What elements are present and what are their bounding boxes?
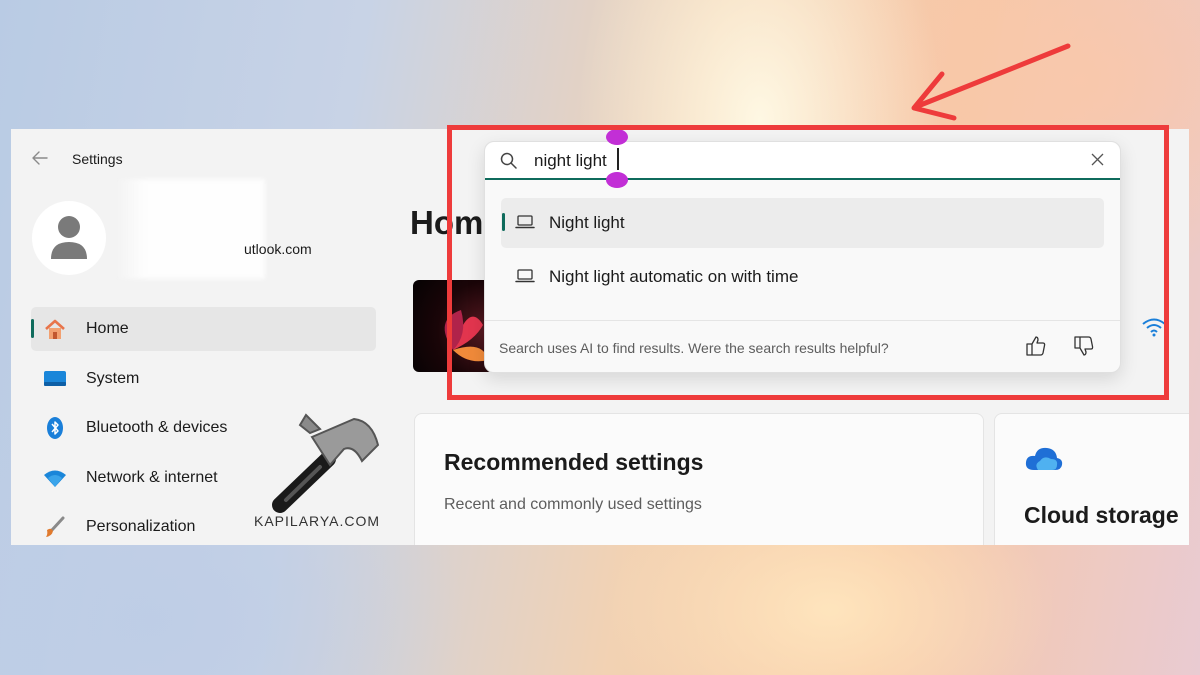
sidebar-item-label: Personalization — [86, 518, 196, 535]
sidebar-item-label: Home — [86, 320, 129, 337]
watermark-text: KAPILARYA.COM — [254, 513, 381, 529]
user-email: utlook.com — [244, 241, 312, 257]
user-silhouette-icon — [51, 216, 87, 259]
sidebar-item-label: Network & internet — [86, 469, 218, 486]
sidebar-item-label: Bluetooth & devices — [86, 419, 228, 436]
card-subtitle: Recent and commonly used settings — [444, 496, 702, 513]
recommended-settings-card[interactable]: Recommended settings Recent and commonly… — [414, 413, 984, 545]
sidebar-item-system[interactable]: System — [31, 357, 376, 401]
sidebar-item-home[interactable]: Home — [31, 307, 376, 351]
user-name-redacted — [115, 179, 265, 279]
network-icon — [44, 470, 66, 487]
sidebar-item-label: System — [86, 370, 140, 387]
back-arrow-icon[interactable] — [31, 149, 49, 167]
app-title: Settings — [72, 151, 123, 167]
personalization-icon — [46, 516, 65, 537]
cloud-storage-card[interactable]: Cloud storage — [994, 413, 1189, 545]
highlight-box — [447, 125, 1169, 400]
active-indicator — [31, 319, 34, 338]
annotation-arrow-icon — [911, 43, 1071, 121]
avatar[interactable] — [32, 201, 106, 275]
system-icon — [44, 371, 66, 386]
bluetooth-icon — [47, 417, 63, 439]
home-icon — [45, 319, 65, 339]
card-title: Cloud storage — [1024, 502, 1179, 528]
card-title: Recommended settings — [444, 449, 704, 475]
cloud-icon — [1025, 447, 1063, 470]
